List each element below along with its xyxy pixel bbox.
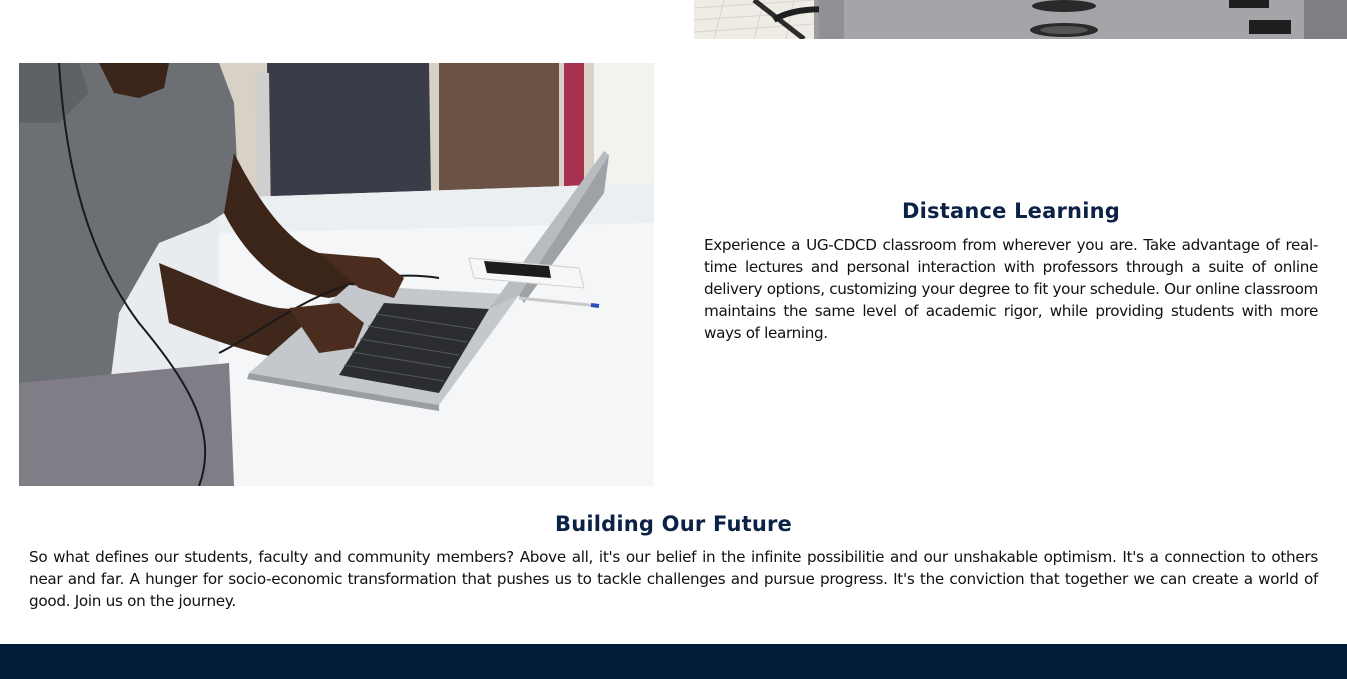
building-future-section: Building Our Future So what defines our … [29,509,1318,612]
distance-learning-section: Distance Learning Experience a UG-CDCD c… [704,196,1318,344]
classroom-image [694,0,1347,39]
building-future-title: Building Our Future [555,512,792,536]
footer-bar [0,644,1347,679]
building-future-body: So what defines our students, faculty an… [29,548,1318,610]
laptop-photo [19,63,654,486]
distance-learning-body: Experience a UG-CDCD classroom from wher… [704,236,1318,342]
distance-learning-title: Distance Learning [902,199,1120,223]
page: Distance Learning Experience a UG-CDCD c… [0,0,1347,679]
